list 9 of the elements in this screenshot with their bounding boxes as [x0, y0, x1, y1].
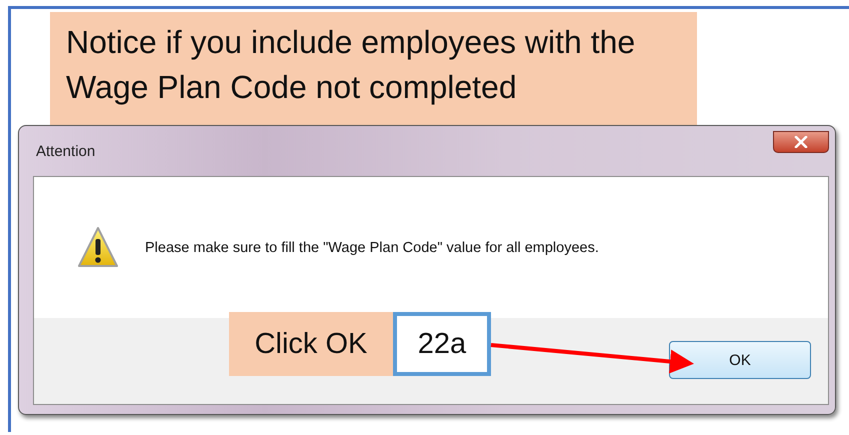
- window-title: Attention: [35, 142, 96, 160]
- step-number: 22a: [393, 312, 491, 376]
- annotation-label: Click OK: [229, 312, 393, 376]
- ok-button[interactable]: OK: [669, 341, 811, 379]
- callout-note: Notice if you include employees with the Wage Plan Code not completed: [50, 12, 697, 125]
- warning-icon: [77, 226, 119, 270]
- alert-message: Please make sure to fill the "Wage Plan Code" value for all employees.: [145, 240, 599, 256]
- close-icon: [793, 136, 809, 148]
- close-button[interactable]: [773, 131, 829, 153]
